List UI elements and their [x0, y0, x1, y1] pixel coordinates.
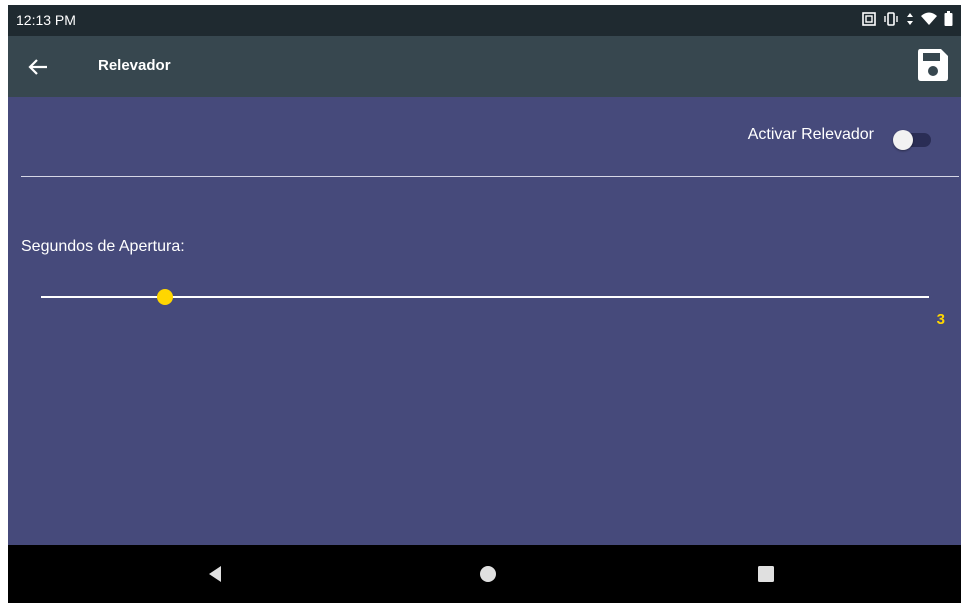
nav-back-button[interactable] — [203, 562, 227, 586]
status-icons — [862, 11, 953, 26]
device-screen: 12:13 PM Relevador Activar Relevador Seg… — [8, 5, 961, 603]
wifi-icon — [921, 12, 937, 25]
status-time: 12:13 PM — [16, 12, 76, 28]
app-bar: Relevador — [8, 36, 961, 97]
arrow-left-icon — [28, 59, 47, 75]
segundos-slider[interactable] — [41, 286, 929, 308]
save-button[interactable] — [917, 48, 949, 82]
data-arrows-icon — [907, 12, 913, 25]
navigation-bar — [8, 545, 961, 603]
battery-icon — [944, 11, 953, 26]
nav-home-button[interactable] — [476, 562, 500, 586]
toggle-row: Activar Relevador — [8, 97, 961, 181]
home-circle-icon — [480, 566, 496, 582]
page-title: Relevador — [98, 57, 171, 74]
slider-label: Segundos de Apertura: — [21, 238, 185, 255]
back-triangle-icon — [209, 566, 221, 582]
floppy-disk-icon — [918, 49, 948, 81]
status-bar: 12:13 PM — [8, 5, 961, 36]
divider — [21, 176, 959, 177]
recents-square-icon — [758, 566, 774, 582]
vibrate-icon — [884, 11, 898, 26]
screenshot-icon — [862, 11, 876, 26]
slider-value: 3 — [936, 311, 945, 328]
slider-thumb[interactable] — [157, 289, 174, 305]
slider-track — [41, 296, 929, 298]
switch-thumb — [893, 130, 913, 150]
toggle-label: Activar Relevador — [747, 126, 874, 143]
activar-relevador-switch[interactable] — [893, 130, 933, 150]
nav-recents-button[interactable] — [754, 562, 778, 586]
back-button[interactable] — [22, 51, 54, 83]
